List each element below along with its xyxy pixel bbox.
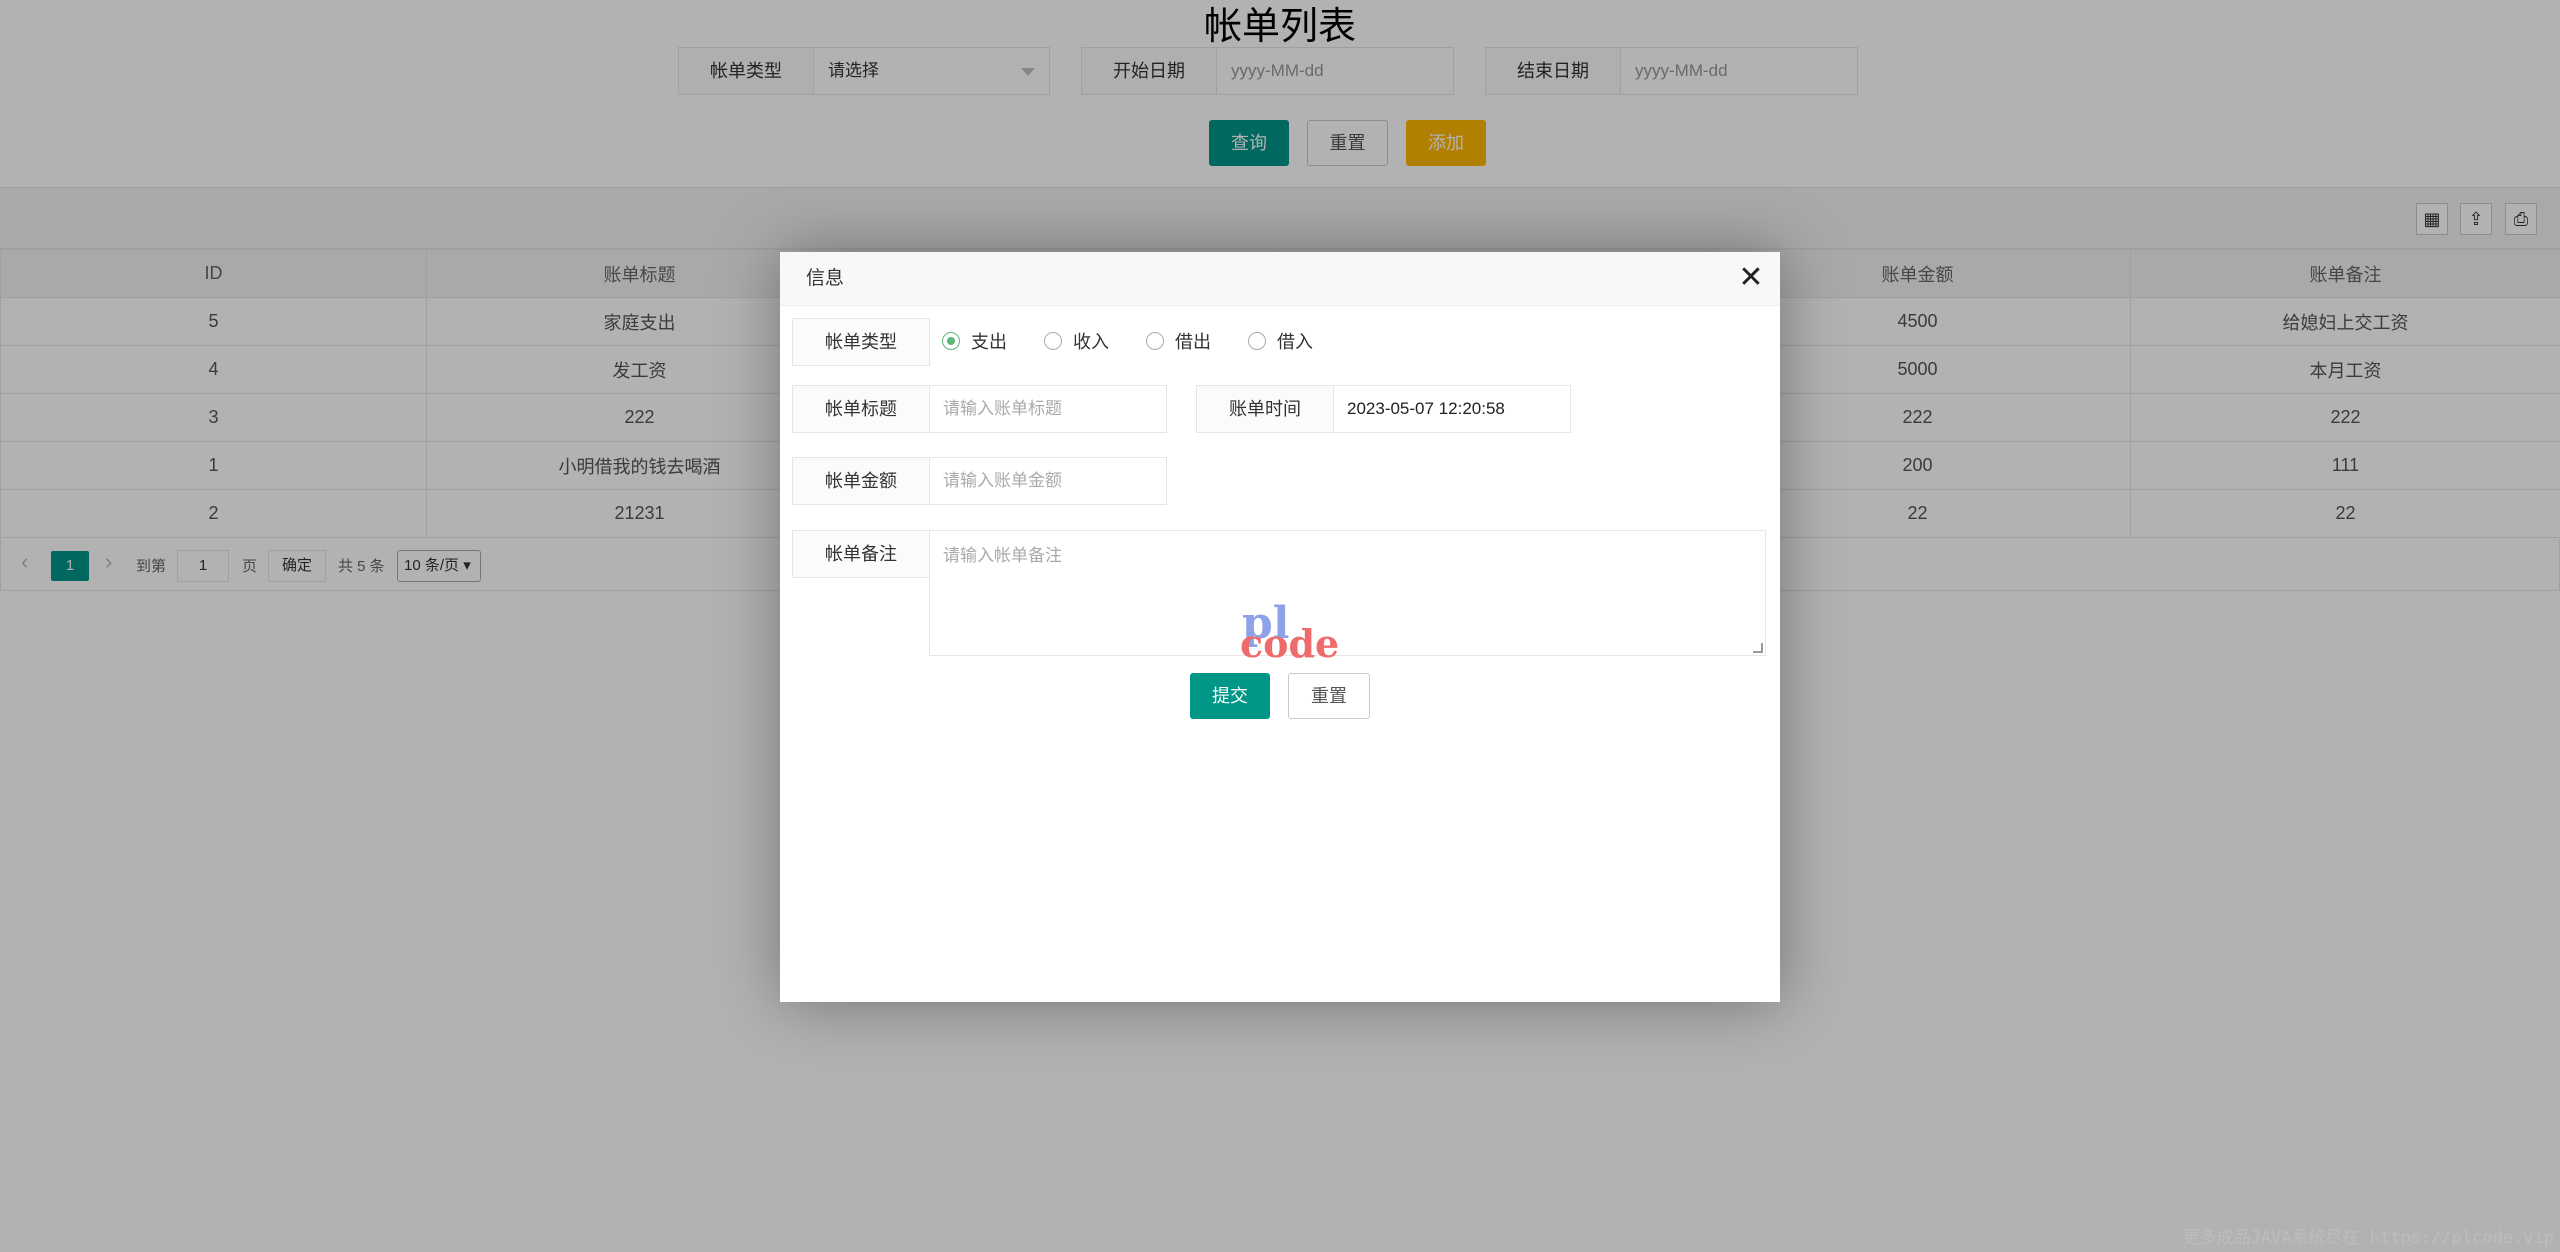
radio-unchecked-icon <box>1248 332 1266 350</box>
bill-amount-input[interactable]: 请输入账单金额 <box>929 457 1167 505</box>
resize-handle[interactable] <box>1753 643 1763 653</box>
plcode-logo: pl code <box>1240 602 1340 666</box>
bill-title-label: 帐单标题 <box>792 385 930 433</box>
radio-label: 借入 <box>1277 332 1313 352</box>
radio-lend[interactable]: 借出 <box>1146 329 1211 353</box>
form-reset-button[interactable]: 重置 <box>1288 673 1370 719</box>
radio-expense[interactable]: 支出 <box>942 329 1007 353</box>
bill-remark-textarea[interactable]: 请输入帐单备注 <box>929 530 1766 656</box>
radio-label: 借出 <box>1175 332 1211 352</box>
bill-type-label: 帐单类型 <box>792 318 930 366</box>
bill-title-input[interactable]: 请输入账单标题 <box>929 385 1167 433</box>
radio-label: 收入 <box>1073 332 1109 352</box>
radio-unchecked-icon <box>1044 332 1062 350</box>
bill-info-dialog: 信息 ✕ 帐单类型 支出 收入 借出 借入 帐单标题 请输入账单标题 账单时间 … <box>780 252 1780 1002</box>
bill-time-label: 账单时间 <box>1196 385 1334 433</box>
site-watermark: 更多成品JAVA系统尽在 https://plcode.vip <box>2182 1228 2554 1248</box>
textarea-placeholder: 请输入帐单备注 <box>943 546 1062 565</box>
close-icon[interactable]: ✕ <box>1736 252 1766 304</box>
dialog-title: 信息 <box>806 268 845 289</box>
radio-checked-icon <box>942 332 960 350</box>
bill-amount-label: 帐单金额 <box>792 457 930 505</box>
bill-remark-label: 帐单备注 <box>792 530 930 578</box>
logo-text-bottom: code <box>1240 621 1340 666</box>
bill-time-input[interactable]: 2023-05-07 12:20:58 <box>1333 385 1571 433</box>
dialog-header: 信息 ✕ <box>780 252 1780 306</box>
radio-label: 支出 <box>971 332 1007 352</box>
radio-unchecked-icon <box>1146 332 1164 350</box>
radio-borrow[interactable]: 借入 <box>1248 329 1313 353</box>
submit-button[interactable]: 提交 <box>1190 673 1270 719</box>
radio-income[interactable]: 收入 <box>1044 329 1109 353</box>
